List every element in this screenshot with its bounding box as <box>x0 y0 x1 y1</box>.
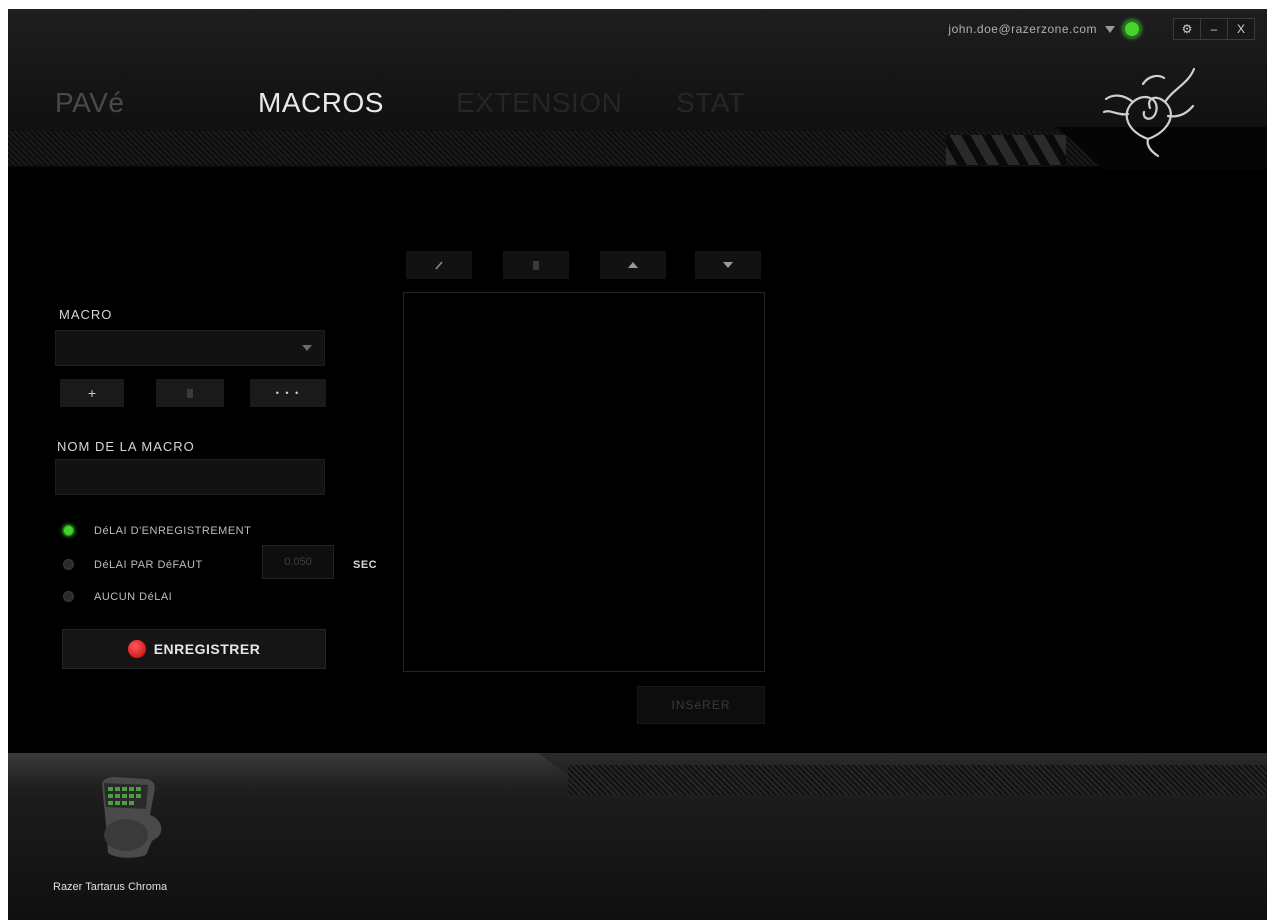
macro-steps-list[interactable] <box>403 292 765 672</box>
record-button[interactable]: ENREGISTRER <box>62 629 326 669</box>
edit-icon <box>435 261 443 270</box>
move-up-icon <box>628 262 638 268</box>
footer-pattern <box>568 765 1267 795</box>
close-button[interactable]: X <box>1227 19 1254 39</box>
window-controls: ⚙ – X <box>1173 18 1255 40</box>
record-delay-label: DéLAI D'ENREGISTREMENT <box>94 525 252 537</box>
razer-logo-icon <box>1102 67 1196 158</box>
minimize-button[interactable]: – <box>1200 19 1227 39</box>
move-up-button[interactable] <box>600 251 666 279</box>
record-icon <box>127 640 146 658</box>
chevron-down-icon <box>302 345 312 351</box>
more-options-button[interactable]: • • • <box>250 379 326 407</box>
razer-synapse-window: PAVé MACROS EXTENSION STAT john.doe@raze… <box>8 9 1267 920</box>
insert-button[interactable]: INSéRER <box>637 686 765 724</box>
move-down-icon <box>723 262 733 268</box>
tab-stat: STAT <box>676 87 746 118</box>
account-bar: john.doe@razerzone.com ⚙ – X <box>948 17 1255 41</box>
radio-default-delay[interactable] <box>63 559 74 570</box>
move-down-button[interactable] <box>695 251 761 279</box>
settings-icon[interactable]: ⚙ <box>1174 19 1200 39</box>
delete-icon <box>533 260 539 270</box>
delay-unit-label: SEC <box>353 559 378 571</box>
device-name: Razer Tartarus Chroma <box>53 881 168 893</box>
macro-name-label: NOM DE LA MACRO <box>57 439 195 454</box>
add-macro-button[interactable]: + <box>60 379 124 407</box>
macro-name-field[interactable] <box>55 459 325 495</box>
tab-macros[interactable]: MACROS <box>258 87 384 119</box>
header-stripes <box>946 135 1066 165</box>
edit-button[interactable] <box>406 251 472 279</box>
account-dropdown-icon[interactable] <box>1105 25 1115 33</box>
radio-record-delay[interactable] <box>63 525 74 536</box>
delete-macro-button[interactable] <box>156 379 224 407</box>
record-label: ENREGISTRER <box>153 641 261 657</box>
radio-no-delay[interactable] <box>63 591 74 602</box>
trash-icon <box>187 388 193 398</box>
macro-label: MACRO <box>59 307 113 322</box>
device-keypad-icon[interactable] <box>96 775 166 859</box>
delete-step-button[interactable] <box>503 251 569 279</box>
tab-extension: EXTENSION <box>456 87 623 118</box>
default-delay-label: DéLAI PAR DéFAUT <box>94 559 203 571</box>
no-delay-label: AUCUN DéLAI <box>94 591 173 603</box>
default-delay-input[interactable]: 0.050 <box>262 545 334 579</box>
macro-select[interactable] <box>55 330 325 366</box>
tab-pave[interactable]: PAVé <box>55 87 124 119</box>
online-status-icon <box>1123 20 1141 38</box>
account-email[interactable]: john.doe@razerzone.com <box>948 22 1097 36</box>
